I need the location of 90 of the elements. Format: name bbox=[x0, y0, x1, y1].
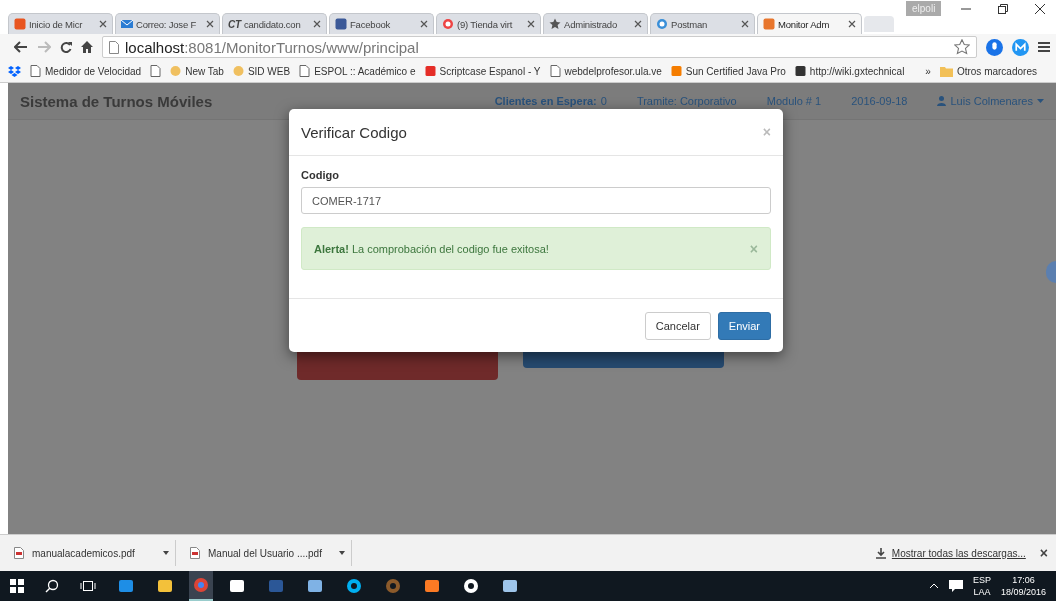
close-icon[interactable] bbox=[206, 20, 214, 28]
favicon-icon bbox=[232, 65, 244, 77]
windows-start-icon[interactable] bbox=[10, 579, 24, 593]
bookmark-item[interactable]: SID WEB bbox=[232, 65, 291, 77]
browser-tab[interactable]: (9) Tienda virt bbox=[436, 13, 541, 34]
bookmark-item[interactable] bbox=[150, 65, 162, 77]
alert-message: Alerta! La comprobación del codigo fue exitosa! bbox=[314, 242, 549, 255]
app-icon bbox=[307, 578, 323, 594]
browser-tab[interactable]: CT candidato.con bbox=[222, 13, 327, 34]
page-icon bbox=[30, 65, 41, 77]
app-icon bbox=[502, 578, 518, 594]
microphone-icon[interactable] bbox=[986, 38, 1003, 56]
page-icon bbox=[549, 65, 561, 77]
bookmark-item[interactable]: ESPOL :: Académico e bbox=[299, 65, 416, 77]
close-icon[interactable] bbox=[527, 20, 535, 28]
menu-icon[interactable] bbox=[1038, 41, 1050, 53]
app-icon bbox=[229, 578, 245, 594]
reload-icon[interactable] bbox=[60, 41, 72, 53]
browser-tab[interactable]: Facebook bbox=[329, 13, 434, 34]
file-icon bbox=[190, 547, 200, 559]
more-bookmarks-button[interactable]: » bbox=[925, 65, 931, 77]
download-icon bbox=[875, 547, 886, 559]
caret-icon bbox=[1037, 99, 1044, 103]
bookmark-item[interactable]: Sun Certified Java Pro bbox=[670, 65, 786, 77]
favicon-icon bbox=[170, 65, 182, 77]
bookmark-item[interactable]: http://wiki.gxtechnical bbox=[794, 65, 905, 77]
caret-icon[interactable] bbox=[163, 551, 169, 555]
page-icon bbox=[299, 65, 311, 77]
favicon-icon bbox=[763, 18, 775, 30]
back-arrow-icon[interactable] bbox=[14, 41, 28, 53]
address-bar[interactable]: localhost:8081/MonitorTurnos/www/principal bbox=[102, 36, 977, 58]
favicon-icon bbox=[794, 65, 806, 77]
cancel-button[interactable]: Cancelar bbox=[644, 312, 711, 340]
page-icon bbox=[109, 40, 119, 54]
favicon-icon bbox=[335, 18, 347, 30]
close-icon[interactable] bbox=[420, 20, 428, 28]
browser-tab[interactable]: Monitor Adm bbox=[757, 13, 862, 34]
favicon-icon bbox=[442, 18, 454, 30]
tab-favicon-text: CT bbox=[228, 18, 241, 30]
clock[interactable]: 17:06 18/09/2016 bbox=[1000, 574, 1046, 598]
browser-tab[interactable]: Correo: Jose F bbox=[115, 13, 220, 34]
favicon-icon bbox=[14, 18, 26, 30]
bookmark-item[interactable]: New Tab bbox=[170, 65, 224, 77]
extension-icon[interactable] bbox=[1012, 38, 1029, 56]
restore-icon[interactable] bbox=[997, 3, 1009, 15]
close-icon[interactable] bbox=[313, 20, 321, 28]
download-item[interactable]: manualacademicos.pdf bbox=[8, 540, 176, 566]
search-icon[interactable] bbox=[45, 579, 59, 593]
folder-icon bbox=[157, 578, 173, 594]
favicon-icon bbox=[424, 65, 436, 77]
chevron-up-icon[interactable] bbox=[928, 583, 939, 589]
modal-title: Verificar Codigo bbox=[301, 123, 407, 141]
field-label: Codigo bbox=[301, 169, 340, 181]
file-icon bbox=[14, 547, 24, 559]
close-icon[interactable] bbox=[1034, 3, 1046, 15]
close-icon[interactable] bbox=[634, 20, 642, 28]
task-view-icon[interactable] bbox=[80, 580, 96, 592]
close-icon[interactable] bbox=[741, 20, 749, 28]
bookmark-item[interactable]: webdelprofesor.ula.ve bbox=[549, 65, 662, 77]
folder-icon bbox=[939, 65, 953, 77]
browser-tab[interactable]: Postman bbox=[650, 13, 755, 34]
close-button[interactable]: × bbox=[1039, 545, 1048, 561]
app-icon bbox=[118, 578, 134, 594]
bookmark-folder[interactable]: Otros marcadores bbox=[939, 65, 1037, 77]
star-icon bbox=[549, 18, 561, 30]
favicon-icon bbox=[670, 65, 682, 77]
browser-tab[interactable]: Administrado bbox=[543, 13, 648, 34]
bookmark-item[interactable]: Scriptcase Espanol - Y bbox=[424, 65, 541, 77]
dropbox-icon[interactable] bbox=[8, 65, 21, 77]
home-icon[interactable] bbox=[81, 41, 93, 53]
app-icon bbox=[424, 578, 440, 594]
close-icon[interactable] bbox=[99, 20, 107, 28]
code-input-field[interactable]: COMER-1717 bbox=[301, 187, 771, 214]
browser-tab[interactable]: Inicio de Micr bbox=[8, 13, 113, 34]
app-icon bbox=[346, 578, 362, 594]
submit-button[interactable]: Enviar bbox=[717, 312, 771, 340]
user-icon bbox=[937, 96, 947, 106]
app-icon bbox=[268, 578, 284, 594]
message-icon[interactable] bbox=[948, 579, 963, 593]
bookmark-item[interactable]: Medidor de Velocidad bbox=[30, 65, 142, 77]
favicon-icon bbox=[656, 18, 668, 30]
show-all-downloads-link[interactable]: Mostrar todas las descargas... bbox=[891, 547, 1026, 559]
download-item[interactable]: Manual del Usuario ....pdf bbox=[184, 540, 352, 566]
close-icon[interactable] bbox=[848, 20, 856, 28]
app-icon bbox=[193, 577, 209, 593]
caret-icon[interactable] bbox=[339, 551, 345, 555]
page-icon bbox=[150, 65, 162, 77]
envelope-icon bbox=[121, 18, 133, 30]
star-icon[interactable] bbox=[954, 39, 970, 55]
language-indicator[interactable]: ESP LAA bbox=[972, 574, 991, 598]
